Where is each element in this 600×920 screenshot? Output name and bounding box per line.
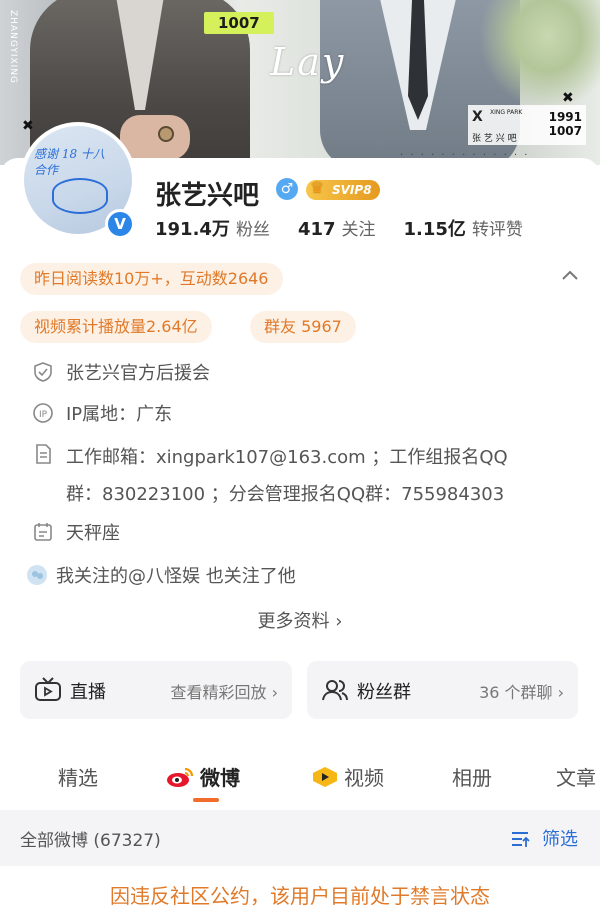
- ip-location-icon: IP: [33, 403, 53, 423]
- fans-group-count[interactable]: 36 个群聊 ›: [479, 679, 564, 703]
- logo-sub: XING PARK: [490, 109, 523, 116]
- profile-stats: 191.4万 粉丝 417 关注 1.15亿 转评赞: [155, 215, 523, 241]
- content-tabs: 精选 微博 视频 相册 文章: [0, 754, 600, 804]
- weibo-logo-icon: [167, 767, 194, 787]
- tab-album[interactable]: 相册: [452, 762, 492, 791]
- banner-script-text: Lay: [270, 40, 346, 84]
- info-zodiac: 天秤座: [32, 519, 120, 545]
- info-email-line2[interactable]: 群：830223100 ；分会管理报名QQ群：755984303: [66, 480, 504, 506]
- banner-tag: 1007: [204, 12, 274, 34]
- tv-live-icon: [35, 677, 61, 701]
- info-email-line1[interactable]: 工作邮箱：xingpark107@163.com ；工作组报名QQ: [66, 443, 508, 469]
- avatar-scribble: 感谢 18 十八 合作: [34, 147, 105, 177]
- tab-video[interactable]: 视频: [312, 762, 384, 791]
- all-posts-count[interactable]: 全部微博 (67327): [20, 826, 161, 851]
- more-info-link[interactable]: 更多资料 ›: [0, 607, 600, 633]
- logo-years: 1991 1007: [548, 110, 582, 138]
- banner-logo: X XING PARK 张 艺 兴 吧 1991 1007: [468, 105, 586, 145]
- read-stat-pill[interactable]: 昨日阅读数10万+，互动数2646: [20, 263, 283, 295]
- banner-plant: [470, 0, 600, 120]
- fans-group-entry[interactable]: 粉丝群 36 个群聊 ›: [307, 661, 578, 719]
- info-follow-text: 我关注的@八怪娱 也关注了他: [56, 566, 296, 587]
- mutual-avatar-icon: [27, 565, 47, 585]
- banned-notice: 因违反社区公约，该用户目前处于禁言状态: [110, 884, 490, 908]
- svg-text:IP: IP: [39, 410, 48, 420]
- stat-fans[interactable]: 191.4万 粉丝: [155, 215, 270, 241]
- info-email: [32, 443, 66, 465]
- shield-icon: [34, 362, 52, 382]
- banner-x-mark: ✖: [22, 118, 34, 134]
- collapse-chevron-up-icon[interactable]: [558, 264, 582, 288]
- svip-badge[interactable]: ♛ SVIP8: [306, 178, 380, 200]
- filter-icon[interactable]: [510, 829, 530, 849]
- tab-featured[interactable]: 精选: [58, 762, 98, 791]
- crown-icon: ♛: [310, 178, 325, 197]
- live-replay-link[interactable]: 查看精彩回放 ›: [171, 679, 279, 703]
- stat-likes[interactable]: 1.15亿 转评赞: [404, 215, 523, 241]
- logo-zh: 张 艺 兴 吧: [472, 134, 517, 144]
- document-icon: [36, 444, 51, 464]
- fans-group-title: 粉丝群: [357, 682, 411, 703]
- tab-weibo[interactable]: 微博: [166, 762, 240, 791]
- calendar-icon: [34, 523, 52, 541]
- banner-watch: [158, 126, 174, 142]
- live-entry[interactable]: 直播 查看精彩回放 ›: [20, 661, 292, 719]
- info-org: 张艺兴官方后援会: [32, 359, 210, 385]
- info-ip: IP IP属地：广东: [32, 400, 172, 426]
- avatar-cake-drawing: [52, 178, 108, 214]
- filter-button[interactable]: 筛选: [542, 825, 578, 851]
- logo-mark: X: [472, 109, 483, 125]
- male-gender-icon: ♂: [276, 178, 298, 200]
- info-ip-text: IP属地：广东: [66, 404, 173, 425]
- verified-badge-icon: V: [105, 209, 135, 239]
- info-zodiac-text: 天秤座: [66, 523, 120, 544]
- group-users-icon: [322, 680, 348, 701]
- filter-bar: 全部微博 (67327) 筛选: [0, 810, 600, 866]
- profile-name: 张艺兴吧: [155, 181, 260, 211]
- info-follow-note[interactable]: 我关注的@八怪娱 也关注了他: [26, 562, 296, 588]
- group-stat-pill[interactable]: 群友 5967: [250, 311, 356, 343]
- info-org-text: 张艺兴官方后援会: [66, 363, 210, 384]
- live-title: 直播: [70, 682, 106, 703]
- video-play-icon: [313, 767, 337, 787]
- banner-vertical-text: ZHANGYIXING: [8, 10, 18, 85]
- stat-following[interactable]: 417 关注: [298, 215, 376, 241]
- active-tab-indicator: [193, 798, 219, 802]
- banner-hand: [120, 115, 190, 160]
- video-stat-pill[interactable]: 视频累计播放量2.64亿: [20, 311, 212, 343]
- tab-article[interactable]: 文章: [556, 762, 596, 791]
- banner-x-mark: ✖: [562, 90, 574, 106]
